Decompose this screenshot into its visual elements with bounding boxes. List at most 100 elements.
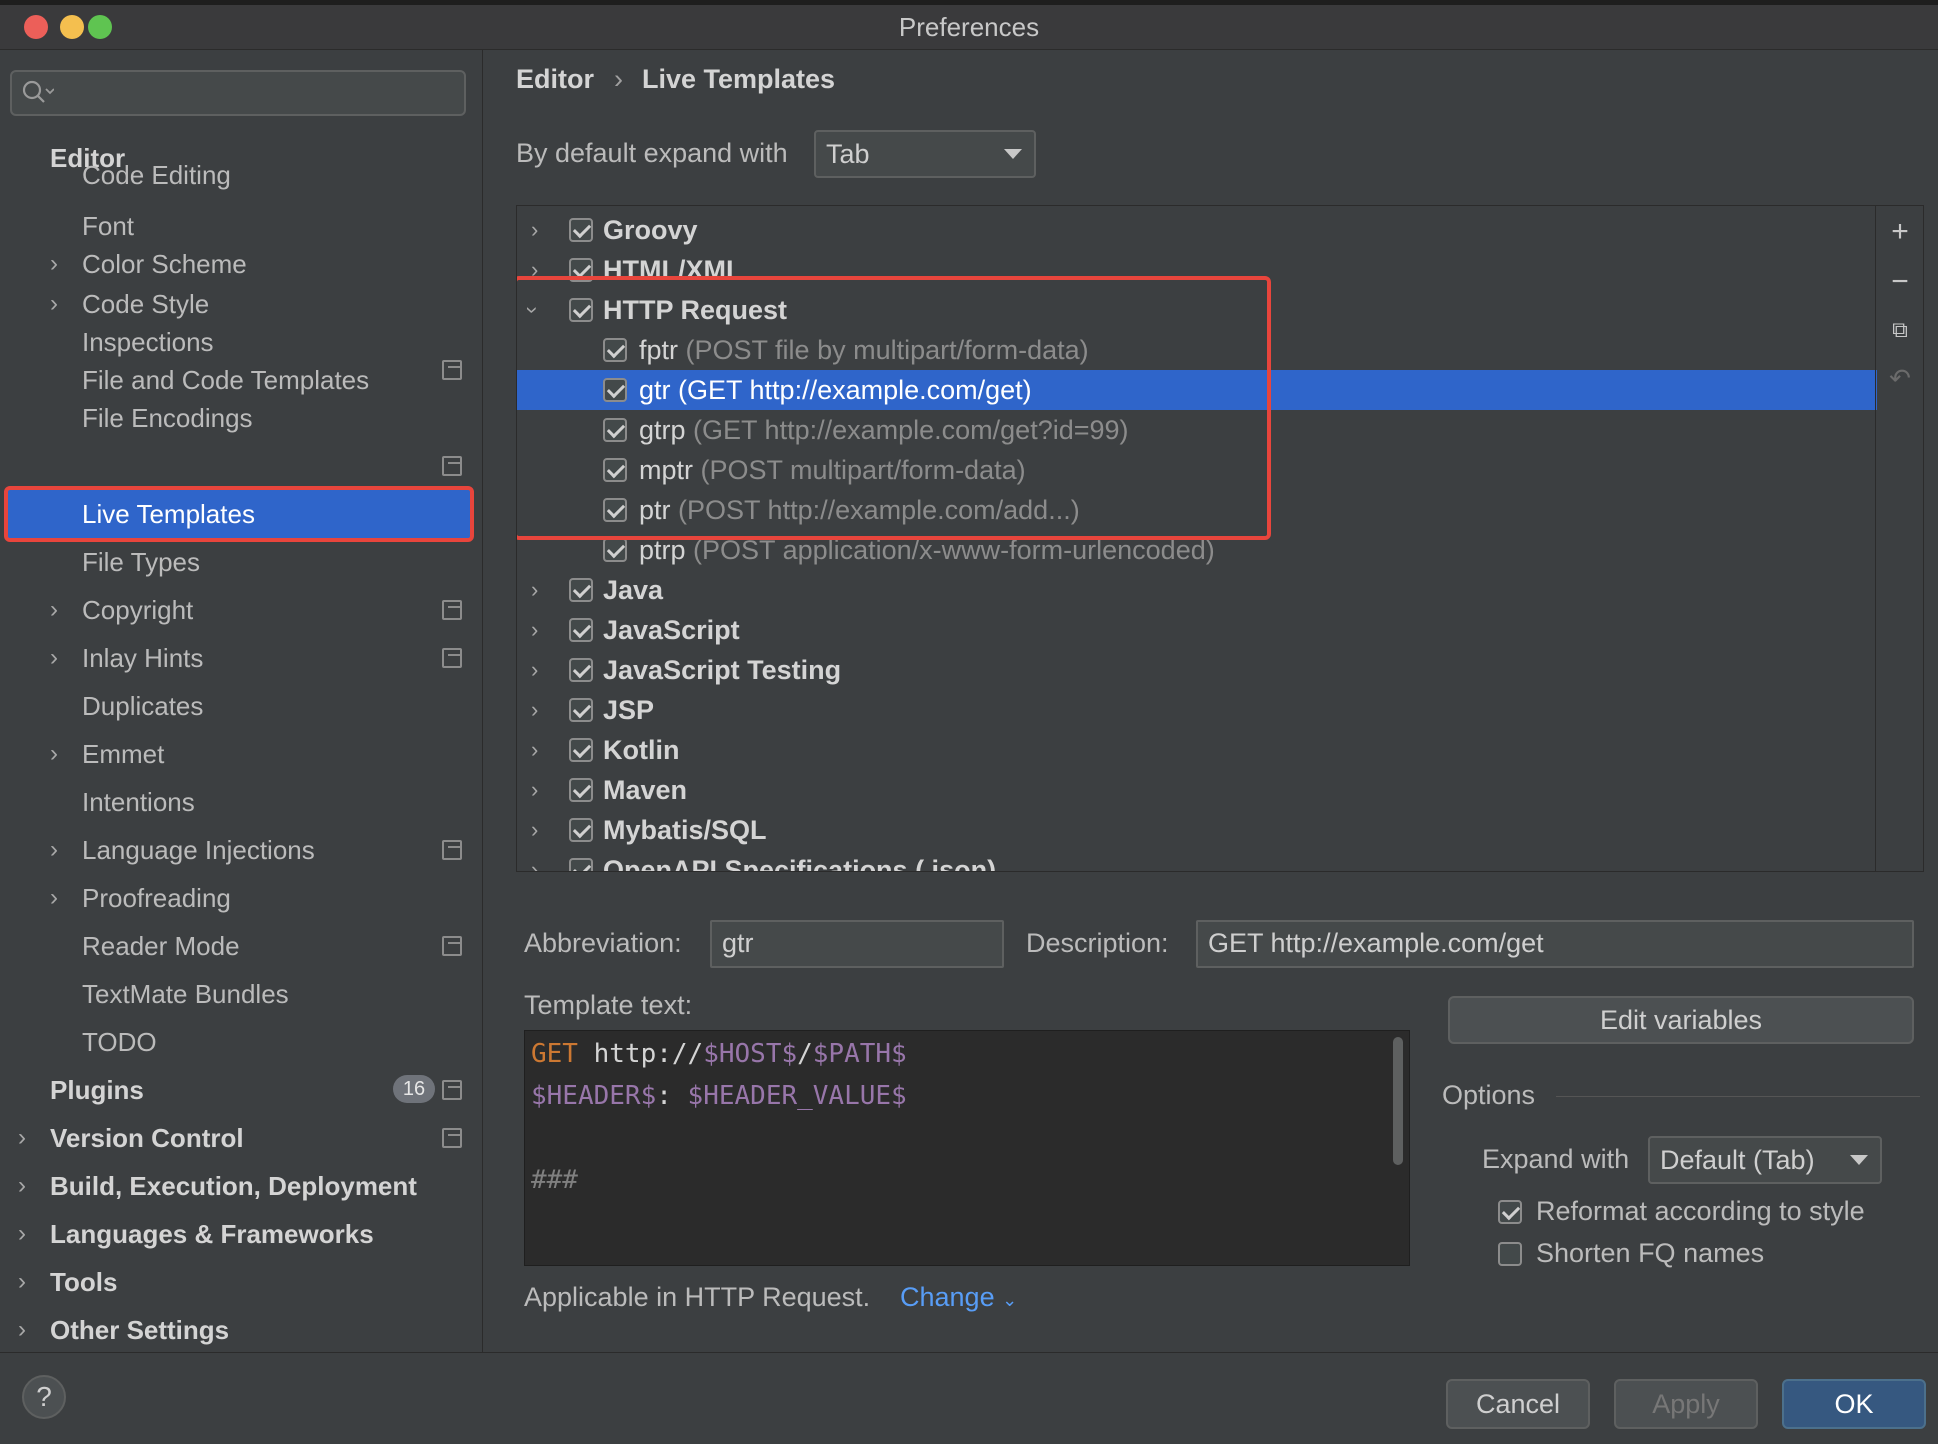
group-checkbox[interactable] — [569, 858, 593, 871]
add-icon[interactable]: + — [1886, 217, 1914, 247]
settings-search-input[interactable] — [10, 70, 466, 116]
sidebar-section-plugins[interactable]: Plugins — [50, 1068, 144, 1112]
description-field[interactable]: GET http://example.com/get — [1196, 920, 1914, 968]
code-line: $HEADER$: $HEADER_VALUE$ — [531, 1081, 907, 1111]
project-settings-icon — [442, 600, 462, 620]
template-group-row[interactable]: › JSP — [517, 690, 1877, 730]
group-checkbox[interactable] — [569, 778, 593, 802]
help-button[interactable]: ? — [22, 1375, 66, 1419]
group-checkbox[interactable] — [569, 658, 593, 682]
sidebar-item-label: TODO — [82, 1027, 157, 1057]
copy-icon[interactable]: ⧉ — [1886, 316, 1914, 344]
group-checkbox[interactable] — [569, 698, 593, 722]
sidebar-item-label: File Encodings — [82, 403, 253, 433]
sidebar-item-todo[interactable]: TODO — [82, 1020, 157, 1064]
sidebar-section-version-control[interactable]: › Version Control — [18, 1116, 244, 1160]
sidebar-item-intentions[interactable]: Intentions — [82, 780, 195, 824]
slash-token: / — [797, 1039, 813, 1069]
sidebar-item-file-encodings[interactable]: File Encodings — [82, 396, 253, 440]
chevron-right-icon: › — [50, 884, 58, 911]
sidebar-item-duplicates[interactable]: Duplicates — [82, 684, 203, 728]
sidebar-section-build[interactable]: › Build, Execution, Deployment — [18, 1164, 417, 1208]
template-text-label: Template text: — [524, 990, 693, 1020]
group-checkbox[interactable] — [569, 618, 593, 642]
dialog-footer: ? Cancel Apply OK — [0, 1352, 1938, 1444]
template-text-editor[interactable]: GET http://$HOST$/$PATH$ $HEADER$: $HEAD… — [524, 1030, 1410, 1266]
chevron-right-icon: › — [18, 1124, 26, 1151]
abbreviation-field[interactable]: gtr — [710, 920, 1004, 968]
template-group-row[interactable]: › Mybatis/SQL — [517, 810, 1877, 850]
default-expand-select[interactable]: Tab — [814, 130, 1036, 178]
sidebar-section-tools[interactable]: › Tools — [18, 1260, 117, 1304]
reformat-option[interactable]: Reformat according to style — [1498, 1196, 1918, 1230]
chevron-right-icon: › — [50, 250, 58, 277]
change-context-link[interactable]: Change ⌄ — [900, 1282, 1017, 1313]
templates-tree[interactable]: › Groovy › HTML/XML › HTTP Request fptr … — [516, 205, 1924, 872]
title-bar: Preferences — [0, 0, 1938, 50]
group-checkbox[interactable] — [569, 738, 593, 762]
template-group-row[interactable]: › OpenAPI Specifications (.json) — [517, 850, 1877, 871]
sidebar-item-label: Duplicates — [82, 691, 204, 721]
expand-with-select[interactable]: Default (Tab) — [1648, 1136, 1882, 1184]
template-group-row[interactable]: › Java — [517, 570, 1877, 610]
chevron-right-icon: › — [531, 777, 539, 802]
shorten-checkbox[interactable] — [1498, 1242, 1522, 1266]
shorten-option[interactable]: Shorten FQ names — [1498, 1238, 1918, 1272]
chevron-right-icon: › — [531, 817, 539, 842]
sidebar-item-label: Font — [82, 211, 135, 241]
sidebar-item-proofreading[interactable]: › Proofreading — [50, 876, 231, 920]
ok-button[interactable]: OK — [1782, 1379, 1926, 1429]
sidebar-item-color-scheme[interactable]: › Color Scheme — [50, 242, 247, 286]
sidebar-item-textmate-bundles[interactable]: TextMate Bundles — [82, 972, 289, 1016]
template-group-row[interactable]: › JavaScript — [517, 610, 1877, 650]
chevron-down-icon: ⌄ — [1002, 1290, 1018, 1310]
chevron-right-icon: › — [50, 596, 58, 623]
sidebar-item-copyright[interactable]: › Copyright — [50, 588, 193, 632]
sidebar-item-code-editing[interactable]: Code Editing — [82, 160, 231, 190]
template-checkbox[interactable] — [603, 538, 627, 562]
cancel-button[interactable]: Cancel — [1446, 1379, 1590, 1429]
apply-button[interactable]: Apply — [1614, 1379, 1758, 1429]
breadcrumb-editor[interactable]: Editor — [516, 64, 594, 95]
sidebar-item-label: Code Editing — [82, 160, 231, 190]
sidebar-item-inlay-hints[interactable]: › Inlay Hints — [50, 636, 203, 680]
http-method-token: GET — [531, 1039, 578, 1069]
sidebar-item-live-templates[interactable]: Live Templates — [82, 492, 255, 536]
header-variable-token: $HEADER$ — [531, 1081, 657, 1111]
shorten-label: Shorten FQ names — [1536, 1238, 1765, 1268]
sidebar-item-language-injections[interactable]: › Language Injections — [50, 828, 315, 872]
group-checkbox[interactable] — [569, 818, 593, 842]
change-link-label: Change — [900, 1282, 995, 1312]
sidebar-item-label: Intentions — [82, 787, 195, 817]
template-group-row[interactable]: › Groovy — [517, 210, 1877, 250]
sidebar-section-other-settings[interactable]: › Other Settings — [18, 1308, 229, 1352]
template-group-row[interactable]: › JavaScript Testing — [517, 650, 1877, 690]
chevron-right-icon: › — [50, 290, 58, 317]
restore-icon[interactable]: ↶ — [1886, 364, 1914, 392]
project-settings-icon — [442, 1080, 462, 1100]
breadcrumb-separator: › — [614, 64, 623, 94]
chevron-right-icon: › — [50, 644, 58, 671]
host-variable-token: $HOST$ — [703, 1039, 798, 1069]
sidebar-item-reader-mode[interactable]: Reader Mode — [82, 924, 240, 968]
templates-toolbar: + − ⧉ ↶ — [1875, 206, 1923, 871]
window-title: Preferences — [898, 12, 1040, 42]
reformat-checkbox[interactable] — [1498, 1200, 1522, 1224]
live-templates-panel: Editor › Live Templates By default expan… — [484, 50, 1938, 1352]
remove-icon[interactable]: − — [1886, 267, 1914, 297]
sidebar-item-file-types[interactable]: File Types — [82, 540, 200, 584]
group-checkbox[interactable] — [569, 578, 593, 602]
sidebar-item-emmet[interactable]: › Emmet — [50, 732, 164, 776]
group-name: Maven — [603, 775, 688, 805]
group-checkbox[interactable] — [569, 218, 593, 242]
header-value-variable-token: $HEADER_VALUE$ — [687, 1081, 907, 1111]
url-scheme-token: http:// — [577, 1039, 704, 1069]
sidebar-section-languages[interactable]: › Languages & Frameworks — [18, 1212, 374, 1256]
editor-scrollbar[interactable] — [1393, 1037, 1403, 1165]
template-group-row[interactable]: › Kotlin — [517, 730, 1877, 770]
sidebar-section-label: Plugins — [50, 1075, 144, 1105]
chevron-right-icon: › — [531, 737, 539, 762]
edit-variables-button[interactable]: Edit variables — [1448, 996, 1914, 1044]
chevron-right-icon: › — [531, 697, 539, 722]
template-group-row[interactable]: › Maven — [517, 770, 1877, 810]
